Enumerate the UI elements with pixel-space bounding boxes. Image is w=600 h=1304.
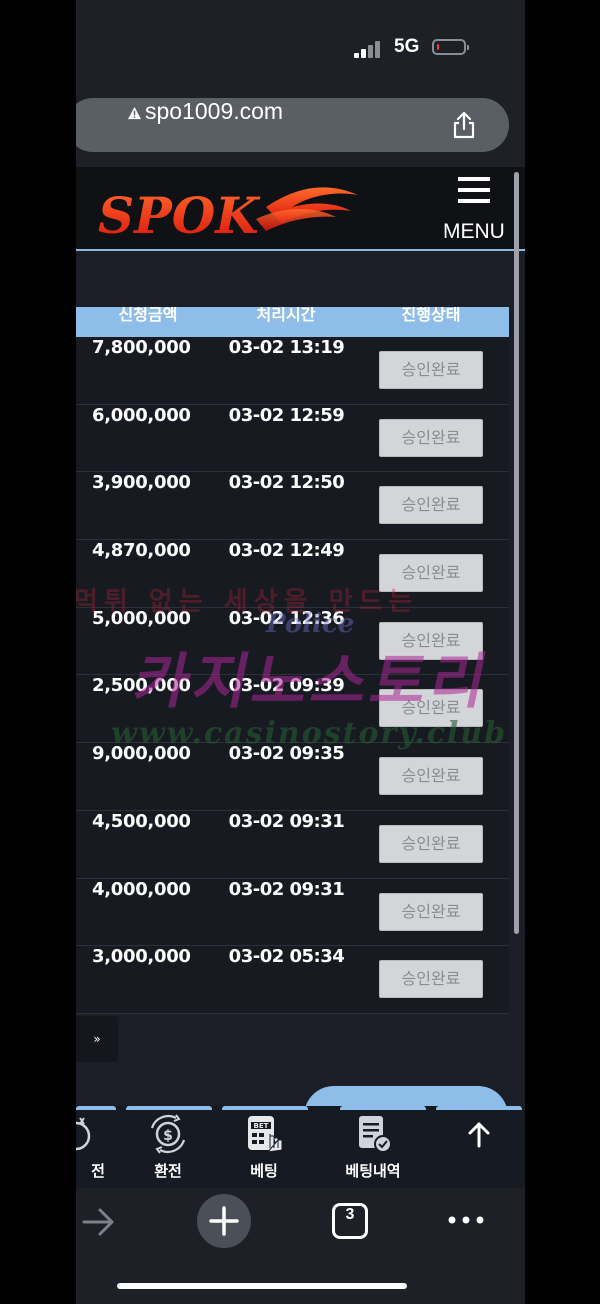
nav-deposit[interactable]: 전 xyxy=(76,1114,121,1188)
svg-text:BET: BET xyxy=(254,1122,269,1130)
row-time: 03-02 09:39 xyxy=(228,675,345,697)
menu-label: MENU xyxy=(443,220,505,243)
header-status: 진행상태 xyxy=(401,307,461,324)
status-button[interactable]: 승인완료 xyxy=(379,892,483,931)
bet-history-icon xyxy=(359,1116,392,1153)
main-content: 신청금액 처리시간 진행상태 7,800,000 03-02 13:19 승인완료 … xyxy=(76,251,525,1146)
nav-label: 베팅내역 xyxy=(345,1162,401,1180)
table-row: 3,000,000 03-02 05:34 승인완료 xyxy=(76,946,509,1014)
nav-scroll-top[interactable] xyxy=(434,1114,524,1188)
row-amount: 3,900,000 xyxy=(92,472,191,494)
bet-icon: BET xyxy=(248,1116,283,1153)
row-amount: 4,500,000 xyxy=(92,810,191,832)
row-amount: 6,000,000 xyxy=(92,404,191,426)
more-icon[interactable] xyxy=(446,1210,486,1230)
arrow-up-icon xyxy=(468,1122,490,1148)
header-time: 처리시간 xyxy=(256,307,316,324)
nav-label: 전 xyxy=(91,1162,105,1180)
row-time: 03-02 09:35 xyxy=(228,743,345,765)
nav-label: 환전 xyxy=(154,1162,182,1180)
table-row: 5,000,000 03-02 12:36 승인완료 xyxy=(76,607,509,676)
table-header: 신청금액 처리시간 진행상태 xyxy=(76,307,509,337)
share-icon[interactable] xyxy=(449,110,479,140)
status-button[interactable]: 승인완료 xyxy=(379,960,483,999)
scrollbar[interactable] xyxy=(514,172,519,934)
status-button[interactable]: 승인완료 xyxy=(379,621,483,660)
row-time: 03-02 12:59 xyxy=(228,404,345,426)
table-row: 7,800,000 03-02 13:19 승인완료 xyxy=(76,337,509,405)
table-row: 2,500,000 03-02 09:39 승인완료 xyxy=(76,675,509,744)
site-header: SPOK MENU xyxy=(76,167,525,251)
signal-icon xyxy=(354,40,386,58)
status-button[interactable]: 승인완료 xyxy=(379,689,483,728)
row-time: 03-02 09:31 xyxy=(228,810,345,832)
status-button[interactable]: 승인완료 xyxy=(379,824,483,863)
row-amount: 4,870,000 xyxy=(92,540,191,562)
svg-text:$: $ xyxy=(163,1128,173,1144)
table-row: 9,000,000 03-02 09:35 승인완료 xyxy=(76,743,509,811)
row-time: 03-02 12:50 xyxy=(228,472,345,494)
new-tab-button[interactable] xyxy=(197,1194,251,1248)
bottom-nav: 전 $ 환전 BET 베팅 베팅내역 xyxy=(76,1106,525,1188)
hamburger-icon xyxy=(458,177,490,181)
row-amount: 3,000,000 xyxy=(92,946,191,968)
row-amount: 5,000,000 xyxy=(92,607,191,629)
status-button[interactable]: 승인완료 xyxy=(379,554,483,593)
nav-bet[interactable]: BET 베팅 xyxy=(219,1114,309,1188)
status-button[interactable]: 승인완료 xyxy=(379,418,483,457)
row-amount: 4,000,000 xyxy=(92,878,191,900)
table-row: 4,870,000 03-02 12:49 승인완료 xyxy=(76,540,509,608)
row-time: 03-02 05:34 xyxy=(228,946,345,968)
menu-button[interactable]: MENU xyxy=(441,177,511,243)
network-type: 5G xyxy=(394,36,420,57)
plus-icon xyxy=(209,1206,239,1236)
table-row: 4,000,000 03-02 09:31 승인완료 xyxy=(76,878,509,947)
exchange-icon: $ xyxy=(150,1114,186,1154)
row-time: 03-02 12:49 xyxy=(228,540,345,562)
status-bar: 5G xyxy=(76,0,525,90)
url-value: spo1009.com xyxy=(145,98,284,124)
phone-screen: 5G spo1009.com SPOK MENU 신청금액 처리시간 진행상태 … xyxy=(76,0,525,1304)
row-time: 03-02 09:31 xyxy=(228,878,345,900)
logo-text: SPOK xyxy=(98,186,261,241)
home-indicator xyxy=(117,1283,407,1289)
status-button[interactable]: 승인완료 xyxy=(379,351,483,389)
row-time: 03-02 12:36 xyxy=(228,607,345,629)
tabs-button[interactable]: 3 xyxy=(332,1203,368,1239)
table-row: 4,500,000 03-02 09:31 승인완료 xyxy=(76,810,509,879)
nav-label: 베팅 xyxy=(250,1162,278,1180)
header-amount: 신청금액 xyxy=(118,307,178,324)
row-amount: 9,000,000 xyxy=(92,743,191,765)
warning-icon xyxy=(128,107,141,120)
nav-exchange[interactable]: $ 환전 xyxy=(123,1114,213,1188)
row-amount: 7,800,000 xyxy=(92,337,191,358)
status-button[interactable]: 승인완료 xyxy=(379,757,483,796)
status-button[interactable]: 승인완료 xyxy=(379,486,483,525)
table-row: 6,000,000 03-02 12:59 승인완료 xyxy=(76,404,509,473)
exchange-table: 7,800,000 03-02 13:19 승인완료 6,000,000 03-02 … xyxy=(76,337,509,1014)
forward-arrow-icon[interactable] xyxy=(80,1204,116,1240)
battery-icon xyxy=(432,39,469,55)
address-bar[interactable]: spo1009.com xyxy=(76,98,509,152)
deposit-icon xyxy=(76,1117,91,1151)
row-time: 03-02 13:19 xyxy=(228,337,345,358)
url-text: spo1009.com xyxy=(128,98,283,152)
pagination-next-button[interactable]: » xyxy=(76,1016,118,1062)
nav-bet-history[interactable]: 베팅내역 xyxy=(328,1114,418,1188)
browser-toolbar: 3 xyxy=(76,1188,525,1304)
spok-logo[interactable]: SPOK xyxy=(96,177,366,241)
table-row: 3,900,000 03-02 12:50 승인완료 xyxy=(76,472,509,541)
row-amount: 2,500,000 xyxy=(92,675,191,697)
